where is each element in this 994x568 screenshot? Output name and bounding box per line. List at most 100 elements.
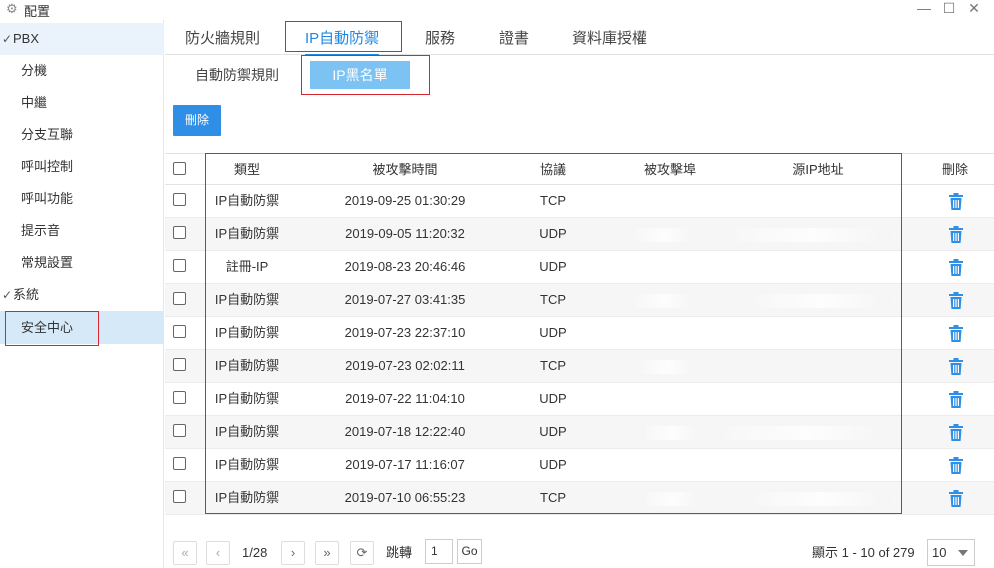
previous-page-button[interactable]: ‹ xyxy=(206,541,230,565)
sub-tabs: 自動防禦規則 IP黑名單 xyxy=(165,56,994,92)
header-protocol[interactable]: 協議 xyxy=(513,154,593,186)
next-page-button[interactable]: › xyxy=(281,541,305,565)
sidebar: ✓ PBX 分機 中繼 分支互聯 呼叫控制 呼叫功能 提示音 常規設置 ✓ 系統… xyxy=(0,20,164,568)
sidebar-item-general-settings[interactable]: 常規設置 xyxy=(0,247,164,279)
row-checkbox[interactable] xyxy=(173,325,186,338)
sidebar-group-label: 系統 xyxy=(13,287,40,302)
maximize-button[interactable]: ☐ xyxy=(939,0,959,16)
row-checkbox[interactable] xyxy=(173,391,186,404)
gear-icon: ⚙ xyxy=(6,1,18,16)
cell-protocol: TCP xyxy=(540,193,566,208)
cell-type: IP自動防禦 xyxy=(214,226,280,241)
last-page-button[interactable]: » xyxy=(315,541,339,565)
select-all-checkbox[interactable] xyxy=(173,162,186,175)
sidebar-item-extension[interactable]: 分機 xyxy=(0,55,164,87)
trash-icon[interactable] xyxy=(948,259,964,276)
pagination: « ‹ 1/28 › » ⟳ 跳轉 1 Go 顯示 1 - 10 of 279 … xyxy=(165,535,994,568)
table-row[interactable]: IP自動防禦 2019-07-17 11:16:07 UDP xyxy=(165,449,994,482)
header-attack-time[interactable]: 被攻擊時間 xyxy=(335,154,475,186)
cell-attack-time: 2019-07-22 11:04:10 xyxy=(345,391,465,406)
jump-label: 跳轉 xyxy=(386,545,413,560)
refresh-icon[interactable]: ⟳ xyxy=(350,541,374,565)
trash-icon[interactable] xyxy=(948,490,964,507)
sidebar-item-trunk[interactable]: 中繼 xyxy=(0,87,164,119)
sidebar-group-pbx[interactable]: ✓ PBX xyxy=(0,23,164,55)
header-source-ip[interactable]: 源IP地址 xyxy=(758,154,878,186)
cell-type: 註冊-IP xyxy=(225,259,269,274)
row-checkbox[interactable] xyxy=(173,259,186,272)
row-checkbox[interactable] xyxy=(173,193,186,206)
cell-protocol: UDP xyxy=(539,391,567,406)
tab-certificates[interactable]: 證書 xyxy=(499,20,529,55)
page-size-select[interactable]: 10 xyxy=(927,539,975,566)
row-checkbox[interactable] xyxy=(173,226,186,239)
cell-protocol: UDP xyxy=(539,226,567,241)
trash-icon[interactable] xyxy=(948,193,964,210)
table-row[interactable]: IP自動防禦 2019-07-27 03:41:35 TCP xyxy=(165,284,994,317)
redacted-port xyxy=(645,492,700,506)
row-checkbox[interactable] xyxy=(173,424,186,437)
table-row[interactable]: IP自動防禦 2019-09-25 01:30:29 TCP xyxy=(165,185,994,218)
minimize-button[interactable]: — xyxy=(914,0,934,16)
table-row[interactable]: IP自動防禦 2019-07-18 12:22:40 UDP xyxy=(165,416,994,449)
cell-type: IP自動防禦 xyxy=(214,193,280,208)
table-row[interactable]: 註冊-IP 2019-08-23 20:46:46 UDP xyxy=(165,251,994,284)
cell-attack-time: 2019-08-23 20:46:46 xyxy=(344,259,466,274)
cell-attack-time: 2019-07-18 12:22:40 xyxy=(344,424,466,439)
row-checkbox[interactable] xyxy=(173,292,186,305)
chevron-down-icon: ✓ xyxy=(2,32,13,46)
trash-icon[interactable] xyxy=(948,391,964,408)
cell-attack-time: 2019-07-10 06:55:23 xyxy=(344,490,466,505)
cell-attack-time: 2019-07-23 02:02:11 xyxy=(345,358,465,373)
subtab-ip-blacklist[interactable]: IP黑名單 xyxy=(310,61,410,89)
trash-icon[interactable] xyxy=(948,292,964,309)
redacted-source-ip xyxy=(755,492,890,506)
tab-ip-auto-defense[interactable]: IP自動防禦 xyxy=(305,20,380,56)
sidebar-item-prompts[interactable]: 提示音 xyxy=(0,215,164,247)
trash-icon[interactable] xyxy=(948,358,964,375)
trash-icon[interactable] xyxy=(948,424,964,441)
first-page-button[interactable]: « xyxy=(173,541,197,565)
row-checkbox[interactable] xyxy=(173,457,186,470)
sidebar-item-branch-interconnect[interactable]: 分支互聯 xyxy=(0,119,164,151)
trash-icon[interactable] xyxy=(948,325,964,342)
table-row[interactable]: IP自動防禦 2019-07-23 22:37:10 UDP xyxy=(165,317,994,350)
results-summary: 顯示 1 - 10 of 279 xyxy=(812,545,915,560)
row-checkbox[interactable] xyxy=(173,490,186,503)
trash-icon[interactable] xyxy=(948,457,964,474)
close-button[interactable]: ✕ xyxy=(964,0,984,16)
table-row[interactable]: IP自動防禦 2019-09-05 11:20:32 UDP xyxy=(165,218,994,251)
cell-attack-time: 2019-07-27 03:41:35 xyxy=(344,292,466,307)
cell-type: IP自動防禦 xyxy=(214,424,280,439)
sidebar-item-call-control[interactable]: 呼叫控制 xyxy=(0,151,164,183)
subtab-auto-defense-rules[interactable]: 自動防禦規則 xyxy=(195,61,279,89)
header-attacked-port[interactable]: 被攻擊埠 xyxy=(620,154,720,186)
tab-firewall-rules[interactable]: 防火牆規則 xyxy=(185,20,260,55)
cell-attack-time: 2019-07-23 22:37:10 xyxy=(344,325,466,340)
window-title: 配置 xyxy=(24,4,51,19)
cell-protocol: UDP xyxy=(539,325,567,340)
sidebar-item-security-center[interactable]: 安全中心 xyxy=(0,311,164,344)
table-row[interactable]: IP自動防禦 2019-07-23 02:02:11 TCP xyxy=(165,350,994,383)
sidebar-group-system[interactable]: ✓ 系統 xyxy=(0,279,164,311)
main-tabs: 防火牆規則 IP自動防禦 服務 證書 資料庫授權 xyxy=(165,20,994,56)
redacted-port xyxy=(640,360,695,374)
tab-database-license[interactable]: 資料庫授權 xyxy=(572,20,647,55)
tab-services[interactable]: 服務 xyxy=(425,20,455,55)
table-row[interactable]: IP自動防禦 2019-07-10 06:55:23 TCP xyxy=(165,482,994,515)
row-checkbox[interactable] xyxy=(173,358,186,371)
redacted-source-ip xyxy=(725,426,890,440)
cell-type: IP自動防禦 xyxy=(214,292,280,307)
page-size-value: 10 xyxy=(932,545,947,560)
delete-button[interactable]: 刪除 xyxy=(173,105,221,136)
cell-attack-time: 2019-09-25 01:30:29 xyxy=(344,193,466,208)
cell-attack-time: 2019-07-17 11:16:07 xyxy=(345,457,465,472)
go-button[interactable]: Go xyxy=(457,539,482,564)
redacted-port xyxy=(635,228,695,242)
cell-protocol: UDP xyxy=(539,424,567,439)
header-type[interactable]: 類型 xyxy=(207,154,287,186)
table-row[interactable]: IP自動防禦 2019-07-22 11:04:10 UDP xyxy=(165,383,994,416)
jump-page-input[interactable]: 1 xyxy=(425,539,453,564)
trash-icon[interactable] xyxy=(948,226,964,243)
sidebar-item-call-features[interactable]: 呼叫功能 xyxy=(0,183,164,215)
